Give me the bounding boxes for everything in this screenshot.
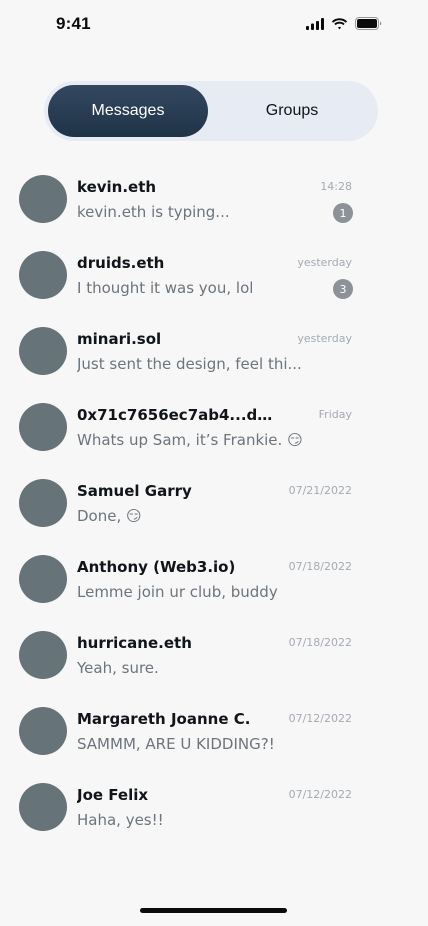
status-icons	[306, 17, 382, 30]
conversation-preview: Just sent the design, feel thi...	[77, 355, 302, 373]
conversation-time: Friday	[318, 408, 352, 421]
conversation-name: hurricane.eth	[77, 634, 192, 652]
home-indicator[interactable]	[140, 908, 287, 913]
status-time: 9:41	[56, 14, 91, 33]
conversation-item[interactable]: Joe Felix Haha, yes!! 07/12/2022	[0, 768, 428, 844]
conversation-name: Margareth Joanne C.	[77, 710, 251, 728]
status-bar: 9:41	[0, 0, 428, 54]
avatar	[19, 783, 67, 831]
conversation-time: yesterday	[297, 256, 352, 269]
cellular-signal-icon	[306, 17, 324, 30]
conversation-item[interactable]: Margareth Joanne C. SAMMM, ARE U KIDDING…	[0, 692, 428, 768]
conversation-item[interactable]: Anthony (Web3.io) Lemme join ur club, bu…	[0, 540, 428, 616]
avatar	[19, 175, 67, 223]
conversation-preview: Yeah, sure.	[77, 659, 159, 677]
conversation-list: kevin.eth kevin.eth is typing... 14:28 1…	[0, 160, 428, 844]
unread-badge: 1	[333, 203, 353, 223]
conversation-name: 0x71c7656ec7ab4...dfb7	[77, 406, 277, 424]
avatar	[19, 707, 67, 755]
conversation-time: 07/18/2022	[288, 560, 352, 573]
avatar	[19, 555, 67, 603]
battery-icon	[355, 17, 382, 30]
conversation-preview: Whats up Sam, it’s Frankie. 😏	[77, 431, 303, 449]
conversation-preview: Done, 😏	[77, 507, 142, 525]
unread-badge: 3	[333, 279, 353, 299]
segmented-control: Messages Groups	[44, 81, 378, 141]
conversation-time: 07/12/2022	[288, 788, 352, 801]
conversation-time: yesterday	[297, 332, 352, 345]
avatar	[19, 403, 67, 451]
conversation-name: kevin.eth	[77, 178, 157, 196]
avatar	[19, 327, 67, 375]
avatar	[19, 251, 67, 299]
conversation-item[interactable]: minari.sol Just sent the design, feel th…	[0, 312, 428, 388]
conversation-name: minari.sol	[77, 330, 162, 348]
conversation-item[interactable]: 0x71c7656ec7ab4...dfb7 Whats up Sam, it’…	[0, 388, 428, 464]
tab-groups[interactable]: Groups	[210, 85, 374, 137]
conversation-preview: Haha, yes!!	[77, 811, 164, 829]
conversation-name: Samuel Garry	[77, 482, 192, 500]
tab-messages[interactable]: Messages	[48, 85, 208, 137]
conversation-preview: I thought it was you, lol	[77, 279, 254, 297]
avatar	[19, 479, 67, 527]
conversation-preview: Lemme join ur club, buddy	[77, 583, 278, 601]
conversation-time: 14:28	[320, 180, 352, 193]
conversation-item[interactable]: hurricane.eth Yeah, sure. 07/18/2022	[0, 616, 428, 692]
conversation-time: 07/12/2022	[288, 712, 352, 725]
conversation-item[interactable]: druids.eth I thought it was you, lol yes…	[0, 236, 428, 312]
conversation-time: 07/18/2022	[288, 636, 352, 649]
conversation-preview: SAMMM, ARE U KIDDING?!	[77, 735, 275, 753]
wifi-icon	[331, 17, 348, 30]
conversation-item[interactable]: Samuel Garry Done, 😏 07/21/2022	[0, 464, 428, 540]
conversation-item[interactable]: kevin.eth kevin.eth is typing... 14:28 1	[0, 160, 428, 236]
conversation-name: Joe Felix	[77, 786, 149, 804]
conversation-name: druids.eth	[77, 254, 165, 272]
conversation-time: 07/21/2022	[288, 484, 352, 497]
conversation-name: Anthony (Web3.io)	[77, 558, 236, 576]
conversation-preview: kevin.eth is typing...	[77, 203, 230, 221]
avatar	[19, 631, 67, 679]
